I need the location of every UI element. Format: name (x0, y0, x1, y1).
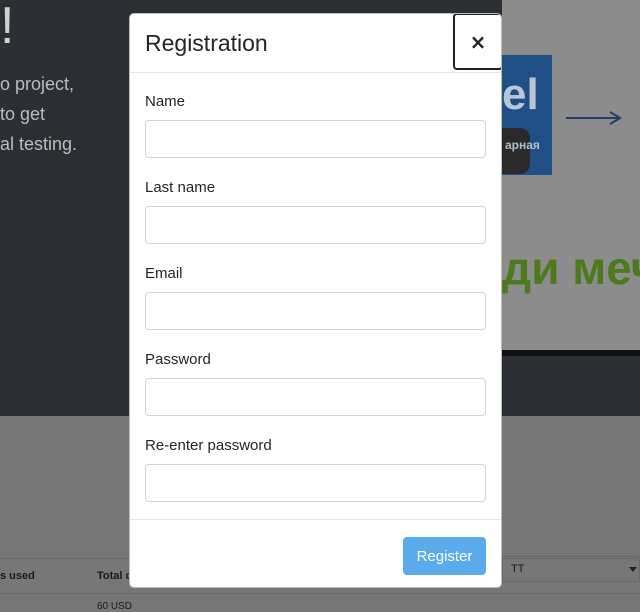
modal-footer: Register (130, 519, 501, 587)
password-label: Password (145, 351, 211, 368)
hero-text-line: o project, (0, 74, 75, 94)
name-input[interactable] (145, 120, 486, 158)
currency-select[interactable]: TT (502, 556, 640, 582)
channel-logo-text: el (502, 70, 539, 119)
hero-text-block: ! o project, to get al testing. (0, 0, 132, 416)
modal-header: Registration × (130, 14, 501, 73)
email-label: Email (145, 265, 183, 282)
video-preview[interactable] (502, 0, 640, 352)
caret-down-icon (629, 567, 637, 572)
hero-text-line: al testing. (0, 134, 78, 154)
table-header-cell: s used (0, 570, 35, 582)
confirm-password-label: Re-enter password (145, 437, 272, 454)
channel-logo-subtext: арная (505, 138, 540, 152)
confirm-password-input[interactable] (145, 464, 486, 502)
currency-select-value: TT (511, 563, 525, 575)
registration-modal: Registration × Name Last name Email Pass… (129, 13, 502, 588)
table-cell: 60 USD (97, 601, 133, 612)
register-button[interactable]: Register (403, 537, 486, 575)
arrow-right-icon (566, 111, 622, 125)
hero-text-line: to get (0, 104, 46, 124)
table-header-cell: Total c (97, 570, 132, 582)
video-caption: ди меч (502, 242, 640, 294)
close-button[interactable]: × (453, 14, 501, 70)
video-bottom-bar (502, 350, 640, 356)
hero-title-fragment: ! (0, 0, 15, 55)
email-input[interactable] (145, 292, 486, 330)
name-label: Name (145, 93, 186, 110)
last-name-input[interactable] (145, 206, 486, 244)
last-name-label: Last name (145, 179, 216, 196)
modal-title: Registration (145, 30, 268, 56)
password-input[interactable] (145, 378, 486, 416)
